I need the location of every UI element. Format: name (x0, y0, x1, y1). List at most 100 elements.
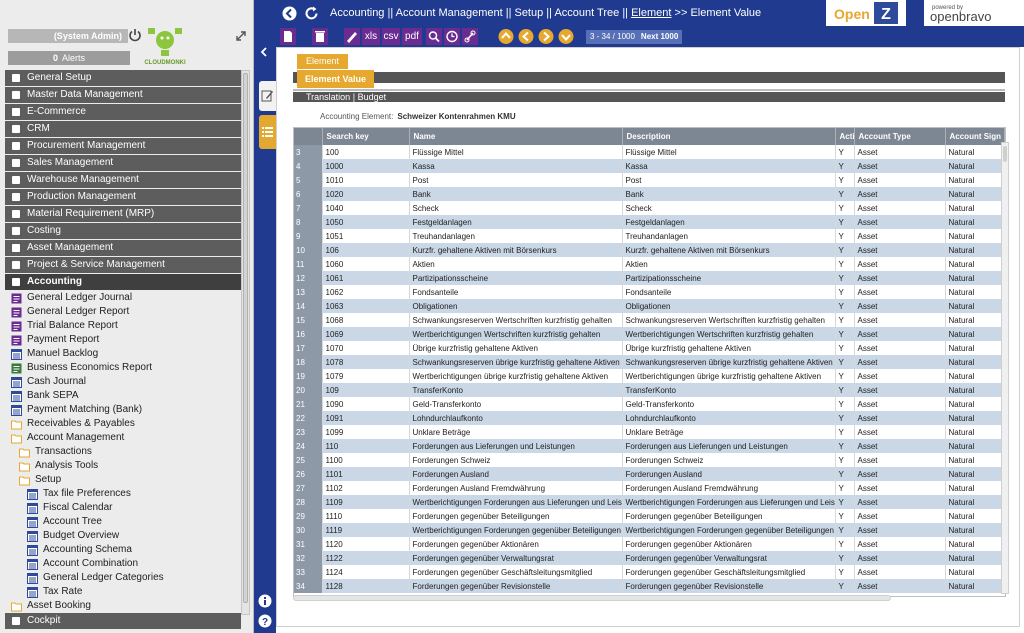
menu-item-accounting[interactable]: Accounting (5, 274, 241, 290)
tab-element-value[interactable]: Element Value (297, 70, 375, 88)
export-pdf-button[interactable]: pdf (402, 28, 422, 45)
table-row[interactable]: 6 1020 Bank Bank Y Asset Natural (294, 187, 1005, 201)
menu-item-cash-journal[interactable]: Cash Journal (5, 375, 241, 389)
active-cell[interactable]: Y (835, 369, 855, 383)
search-key-cell[interactable]: 1079 (322, 369, 410, 383)
active-cell[interactable]: Y (835, 173, 855, 187)
table-row[interactable]: 8 1050 Festgeldanlagen Festgeldanlagen Y Asse… (294, 215, 1005, 229)
table-row[interactable]: 20 109 TransferKonto TransferKonto Y Asset Nat… (294, 383, 1005, 397)
description-cell[interactable]: Fondsanteile (622, 285, 836, 299)
table-row[interactable]: 22 1091 Lohndurchlaufkonto Lohndurchlaufkon… (294, 411, 1005, 425)
account-type-cell[interactable]: Asset (854, 257, 946, 271)
name-cell[interactable]: Forderungen Ausland Fremdwährung (409, 481, 623, 495)
account-type-cell[interactable]: Asset (854, 439, 946, 453)
account-sign-cell[interactable]: Natural (945, 299, 1005, 313)
table-row[interactable]: 28 1109 Wertberichtigungen Forderungen aus… (294, 495, 1005, 509)
table-row[interactable]: 13 1062 Fondsanteile Fondsanteile Y Asset Natu… (294, 285, 1005, 299)
name-cell[interactable]: Bank (409, 187, 623, 201)
table-row[interactable]: 4 1000 Kassa Kassa Y Asset Natural (294, 159, 1005, 173)
link-icon[interactable] (462, 28, 478, 45)
column-header-active[interactable]: Acti (835, 128, 855, 145)
account-type-cell[interactable]: Asset (854, 215, 946, 229)
search-key-cell[interactable]: 1062 (322, 285, 410, 299)
table-row[interactable]: 32 1122 Forderungen gegenüber Verwaltungsr… (294, 551, 1005, 565)
table-row[interactable]: 21 1090 Geld-Transferkonto Geld-Transferkon… (294, 397, 1005, 411)
account-type-cell[interactable]: Asset (854, 397, 946, 411)
search-key-cell[interactable]: 1109 (322, 495, 410, 509)
name-cell[interactable]: Forderungen gegenüber Revisionstelle (409, 579, 623, 593)
grid-view-tab[interactable] (259, 115, 276, 149)
name-cell[interactable]: Aktien (409, 257, 623, 271)
name-cell[interactable]: Forderungen Ausland (409, 467, 623, 481)
account-type-cell[interactable]: Asset (854, 565, 946, 579)
column-header-search-key[interactable]: Search key (322, 128, 410, 145)
description-cell[interactable]: Wertberichtigungen Wertschriften kurzfri… (622, 327, 836, 341)
description-cell[interactable]: Flüssige Mittel (622, 145, 836, 159)
search-key-cell[interactable]: 1068 (322, 313, 410, 327)
description-cell[interactable]: Wertberichtigungen Forderungen gegenüber… (622, 523, 836, 537)
description-cell[interactable]: Bank (622, 187, 836, 201)
description-cell[interactable]: Forderungen gegenüber Beteiligungen (622, 509, 836, 523)
next-record-icon[interactable] (538, 28, 554, 45)
search-icon[interactable] (426, 28, 442, 45)
menu-item-general-ledger-categories[interactable]: General Ledger Categories (5, 571, 241, 585)
name-cell[interactable]: Geld-Transferkonto (409, 397, 623, 411)
table-row[interactable]: 19 1079 Wertberichtigungen übrige kurzfris… (294, 369, 1005, 383)
menu-item-asset-management[interactable]: Asset Management (5, 240, 241, 256)
expand-icon[interactable] (235, 30, 247, 42)
active-cell[interactable]: Y (835, 467, 855, 481)
table-row[interactable]: 25 1100 Forderungen Schweiz Forderungen Sch… (294, 453, 1005, 467)
name-cell[interactable]: Festgeldanlagen (409, 215, 623, 229)
account-sign-cell[interactable]: Natural (945, 159, 1005, 173)
account-type-cell[interactable]: Asset (854, 495, 946, 509)
form-view-tab[interactable] (259, 81, 276, 111)
menu-item-analysis-tools[interactable]: Analysis Tools (5, 459, 241, 473)
account-type-cell[interactable]: Asset (854, 425, 946, 439)
column-header-account-type[interactable]: Account Type (854, 128, 946, 145)
account-sign-cell[interactable]: Natural (945, 565, 1005, 579)
description-cell[interactable]: Forderungen gegenüber Verwaltungsrat (622, 551, 836, 565)
account-type-cell[interactable]: Asset (854, 145, 946, 159)
account-sign-cell[interactable]: Natural (945, 341, 1005, 355)
name-cell[interactable]: Forderungen aus Lieferungen und Leistung… (409, 439, 623, 453)
account-sign-cell[interactable]: Natural (945, 243, 1005, 257)
account-type-cell[interactable]: Asset (854, 313, 946, 327)
table-row[interactable]: 11 1060 Aktien Aktien Y Asset Natural (294, 257, 1005, 271)
table-row[interactable]: 7 1040 Scheck Scheck Y Asset Natural (294, 201, 1005, 215)
menu-item-general-ledger-report[interactable]: General Ledger Report (5, 305, 241, 319)
account-sign-cell[interactable]: Natural (945, 481, 1005, 495)
description-cell[interactable]: Schwankungsreserven übrige kurzfristig g… (622, 355, 836, 369)
name-cell[interactable]: Fondsanteile (409, 285, 623, 299)
menu-item-business-economics-report[interactable]: Business Economics Report (5, 361, 241, 375)
description-cell[interactable]: Festgeldanlagen (622, 215, 836, 229)
table-row[interactable]: 24 110 Forderungen aus Lieferungen und Lei… (294, 439, 1005, 453)
account-type-cell[interactable]: Asset (854, 481, 946, 495)
menu-item-tax-file-preferences[interactable]: Tax file Preferences (5, 487, 241, 501)
delete-icon[interactable] (312, 28, 328, 45)
account-sign-cell[interactable]: Natural (945, 523, 1005, 537)
name-cell[interactable]: Forderungen gegenüber Beteiligungen (409, 509, 623, 523)
search-key-cell[interactable]: 1101 (322, 467, 410, 481)
active-cell[interactable]: Y (835, 187, 855, 201)
account-type-cell[interactable]: Asset (854, 509, 946, 523)
menu-item-master-data-management[interactable]: Master Data Management (5, 87, 241, 103)
table-row[interactable]: 12 1061 Partizipationsscheine Partizipation… (294, 271, 1005, 285)
account-type-cell[interactable]: Asset (854, 579, 946, 593)
account-type-cell[interactable]: Asset (854, 369, 946, 383)
active-cell[interactable]: Y (835, 145, 855, 159)
search-key-cell[interactable]: 1102 (322, 481, 410, 495)
search-key-cell[interactable]: 1122 (322, 551, 410, 565)
user-role-label[interactable]: (System Admin) (8, 29, 128, 43)
active-cell[interactable]: Y (835, 299, 855, 313)
description-cell[interactable]: Übrige kurzfristig gehaltene Aktiven (622, 341, 836, 355)
active-cell[interactable]: Y (835, 411, 855, 425)
menu-item-general-setup[interactable]: General Setup (5, 70, 241, 86)
info-icon[interactable] (258, 594, 272, 608)
account-sign-cell[interactable]: Natural (945, 201, 1005, 215)
last-record-icon[interactable] (558, 28, 574, 45)
menu-item-setup[interactable]: Setup (5, 473, 241, 487)
search-key-cell[interactable]: 1119 (322, 523, 410, 537)
search-key-cell[interactable]: 1000 (322, 159, 410, 173)
table-row[interactable]: 31 1120 Forderungen gegenüber Aktionären Fo… (294, 537, 1005, 551)
description-cell[interactable]: Forderungen gegenüber Aktionären (622, 537, 836, 551)
